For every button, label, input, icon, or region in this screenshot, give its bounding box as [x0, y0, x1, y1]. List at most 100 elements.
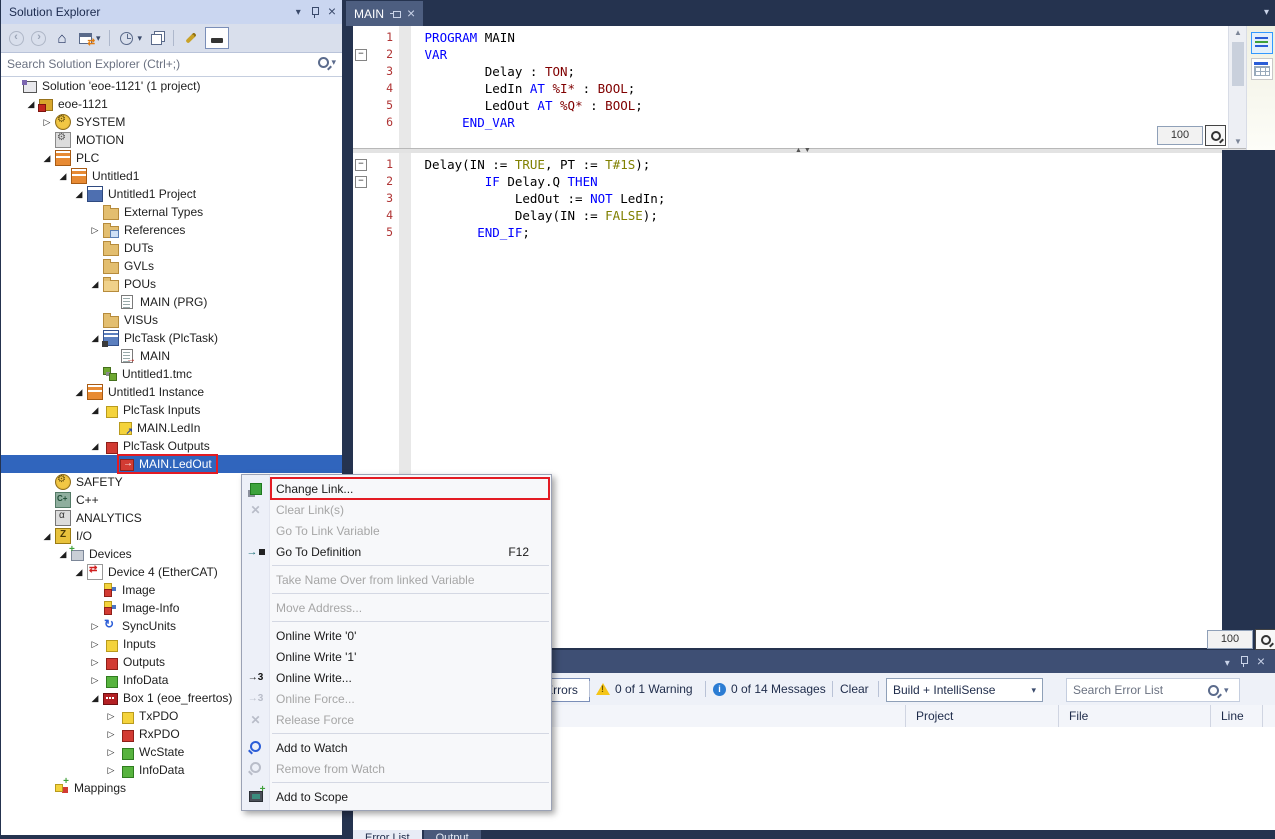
menu-item-remove-from-watch: Remove from Watch — [242, 758, 551, 779]
column-header-file[interactable]: File — [1058, 705, 1210, 727]
warnings-filter-button[interactable]: 0 of 1 Warning — [596, 678, 693, 700]
expander-collapsed-icon[interactable] — [87, 657, 103, 668]
expander-collapsed-icon[interactable] — [103, 711, 119, 722]
home-button[interactable] — [53, 29, 71, 47]
tree-item-main[interactable]: MAIN — [1, 347, 342, 365]
text-view-icon[interactable] — [1251, 32, 1273, 54]
menu-item-online-write[interactable]: Online Write... — [242, 667, 551, 688]
tree-item-plctask-plctask[interactable]: PlcTask (PlcTask) — [1, 329, 342, 347]
tree-item-solution-eoe-1121-1-project[interactable]: Solution 'eoe-1121' (1 project) — [1, 77, 342, 95]
menu-item-online-write-1[interactable]: Online Write '1' — [242, 646, 551, 667]
error-list-search[interactable]: ▾ — [1066, 678, 1240, 702]
menu-item-add-to-scope[interactable]: Add to Scope — [242, 786, 551, 807]
tree-item-plctask-outputs[interactable]: PlcTask Outputs — [1, 437, 342, 455]
zoom-level-box[interactable]: 100 — [1157, 126, 1203, 145]
tree-item-pous[interactable]: POUs — [1, 275, 342, 293]
tree-item-references[interactable]: References — [1, 221, 342, 239]
search-input[interactable] — [1, 53, 321, 74]
scrollbar-thumb[interactable] — [1232, 42, 1244, 86]
expander-collapsed-icon[interactable] — [39, 117, 55, 128]
expander-expanded-icon[interactable] — [87, 333, 103, 344]
pending-filter-caret-icon[interactable]: ▾ — [138, 33, 143, 44]
expander-expanded-icon[interactable] — [71, 567, 87, 578]
fold-collapse-icon[interactable] — [355, 176, 367, 188]
pin-icon[interactable] — [311, 7, 318, 18]
bottom-tab-error-list[interactable]: Error List — [353, 830, 422, 839]
back-button[interactable] — [7, 29, 25, 47]
chevron-down-icon[interactable] — [296, 0, 301, 25]
expander-expanded-icon[interactable] — [71, 387, 87, 398]
expander-expanded-icon[interactable] — [71, 189, 87, 200]
tree-item-motion[interactable]: MOTION — [1, 131, 342, 149]
expander-expanded-icon[interactable] — [87, 693, 103, 704]
expander-expanded-icon[interactable] — [39, 153, 55, 164]
tree-item-gvls[interactable]: GVLs — [1, 257, 342, 275]
zoom-lens-button[interactable] — [1205, 125, 1226, 146]
tree-item-untitled1-tmc[interactable]: Untitled1.tmc — [1, 365, 342, 383]
search-icon[interactable] — [318, 57, 329, 68]
declaration-editor-pane[interactable]: 1 PROGRAM MAIN2 VAR3 Delay : TON;4 LedIn… — [353, 26, 1246, 148]
expander-expanded-icon[interactable] — [87, 405, 103, 416]
tab-close-icon[interactable] — [407, 6, 415, 21]
column-header-line[interactable]: Line — [1210, 705, 1262, 727]
zoom-level-box[interactable]: 100 — [1207, 630, 1253, 649]
expander-expanded-icon[interactable] — [39, 531, 55, 542]
build-filter-dropdown[interactable]: Build + IntelliSense ▾ — [886, 678, 1043, 702]
tree-item-duts[interactable]: DUTs — [1, 239, 342, 257]
expander-collapsed-icon[interactable] — [87, 621, 103, 632]
tree-item-plc[interactable]: PLC — [1, 149, 342, 167]
expander-expanded-icon[interactable] — [87, 441, 103, 452]
tree-item-external-types[interactable]: External Types — [1, 203, 342, 221]
expander-expanded-icon[interactable] — [23, 99, 39, 110]
scroll-up-icon[interactable]: ▲ — [1229, 28, 1247, 37]
expander-collapsed-icon[interactable] — [103, 747, 119, 758]
zoom-lens-button[interactable] — [1255, 629, 1275, 650]
vertical-scrollbar[interactable]: ▲ ▼ — [1228, 26, 1247, 148]
tree-item-main-ledout[interactable]: MAIN.LedOut — [1, 455, 342, 473]
expander-expanded-icon[interactable] — [87, 279, 103, 290]
tree-item-plctask-inputs[interactable]: PlcTask Inputs — [1, 401, 342, 419]
messages-filter-button[interactable]: 0 of 14 Messages — [713, 678, 826, 700]
scroll-down-icon[interactable]: ▼ — [1229, 137, 1247, 146]
expander-collapsed-icon[interactable] — [103, 729, 119, 740]
tree-item-eoe-1121[interactable]: eoe-1121 — [1, 95, 342, 113]
tab-pin-icon[interactable] — [390, 10, 401, 17]
tree-item-untitled1[interactable]: Untitled1 — [1, 167, 342, 185]
menu-item-add-to-watch[interactable]: Add to Watch — [242, 737, 551, 758]
expander-collapsed-icon[interactable] — [87, 225, 103, 236]
properties-wrench-button[interactable] — [182, 29, 200, 47]
tab-main[interactable]: MAIN — [346, 1, 423, 26]
menu-item-online-write-0[interactable]: Online Write '0' — [242, 625, 551, 646]
pending-changes-filter-button[interactable] — [118, 29, 136, 47]
close-icon[interactable] — [328, 0, 336, 24]
close-icon[interactable] — [1257, 653, 1265, 671]
fold-gutter — [353, 97, 367, 114]
forward-button[interactable] — [30, 29, 48, 47]
expander-expanded-icon[interactable] — [55, 171, 71, 182]
error-search-input[interactable] — [1071, 682, 1203, 698]
menu-item-change-link[interactable]: Change Link... — [242, 478, 551, 499]
fold-collapse-icon[interactable] — [355, 49, 367, 61]
tree-item-main-ledin[interactable]: MAIN.LedIn — [1, 419, 342, 437]
tree-item-system[interactable]: SYSTEM — [1, 113, 342, 131]
table-view-icon[interactable] — [1251, 58, 1273, 80]
preview-selected-items-toggle[interactable] — [205, 27, 229, 49]
tree-item-untitled1-project[interactable]: Untitled1 Project — [1, 185, 342, 203]
menu-item-go-to-definition[interactable]: Go To DefinitionF12 — [242, 541, 551, 562]
expander-collapsed-icon[interactable] — [103, 765, 119, 776]
tree-item-main-prg[interactable]: MAIN (PRG) — [1, 293, 342, 311]
expander-collapsed-icon[interactable] — [87, 639, 103, 650]
tree-item-visus[interactable]: VISUs — [1, 311, 342, 329]
switch-views-caret-icon[interactable]: ▾ — [96, 33, 101, 44]
fold-collapse-icon[interactable] — [355, 159, 367, 171]
sync-with-active-document-button[interactable] — [147, 29, 165, 47]
clear-button[interactable]: Clear — [840, 678, 869, 700]
bottom-tab-output[interactable]: Output — [424, 830, 481, 839]
pin-icon[interactable] — [1240, 656, 1247, 667]
tree-item-untitled1-instance[interactable]: Untitled1 Instance — [1, 383, 342, 401]
tab-list-chevron-icon[interactable]: ▾ — [1264, 7, 1269, 18]
chevron-down-icon[interactable] — [1225, 653, 1230, 671]
column-header-project[interactable]: Project — [905, 705, 1058, 727]
expander-collapsed-icon[interactable] — [87, 675, 103, 686]
switch-views-button[interactable] — [76, 29, 94, 47]
